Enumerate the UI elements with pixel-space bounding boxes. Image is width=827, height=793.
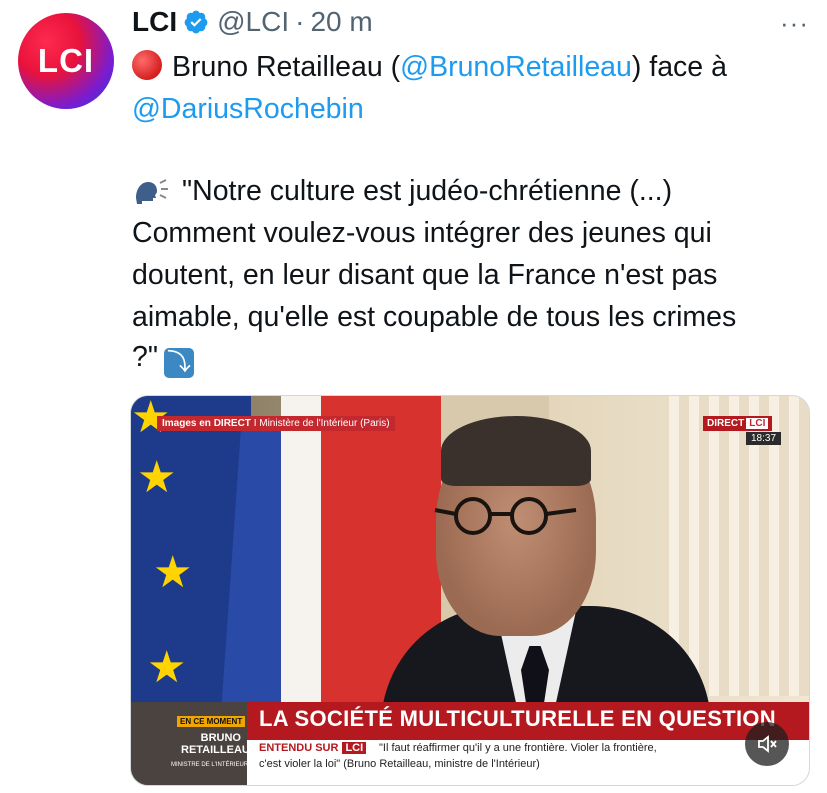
arrow-down-right-icon: ⤵ — [163, 348, 194, 378]
mention-link[interactable]: @BrunoRetailleau — [400, 51, 632, 83]
tweet-quote-line-3: doutent, en leur disant que la France n'… — [132, 259, 718, 291]
glasses — [434, 497, 577, 535]
entendu-brand: LCI — [342, 742, 367, 754]
display-name[interactable]: LCI — [132, 6, 177, 38]
thumb-role: MINISTRE DE L'INTÉRIEUR — [171, 762, 249, 768]
account-handle[interactable]: @LCI — [217, 6, 289, 38]
red-circle-icon — [132, 50, 162, 80]
verified-badge-icon — [184, 10, 208, 34]
tweet-text-segment: ) face à — [631, 51, 727, 83]
flag-star: ★ — [147, 643, 187, 692]
timestamp[interactable]: 20 m — [310, 6, 372, 38]
separator-dot: · — [295, 6, 305, 37]
live-tag: Images en DIRECT I Ministère de l'Intéri… — [157, 416, 395, 431]
mute-button[interactable] — [745, 722, 789, 766]
mute-icon — [758, 735, 777, 753]
flag-star: ★ — [137, 453, 177, 502]
tweet-line-1: Bruno Retailleau (@BrunoRetailleau) face… — [132, 47, 727, 88]
tweet-text-segment: Bruno Retailleau ( — [172, 51, 401, 83]
direct-brand: LCI — [746, 418, 769, 429]
quote-text: ?" — [132, 341, 158, 373]
thumb-name: BRUNO RETAILLEAU — [181, 732, 250, 756]
speaking-head-icon — [136, 179, 168, 204]
person-hair — [441, 416, 591, 486]
video-player[interactable]: ★ ★ ★ ★ Images en DIRECT I Ministère de … — [130, 395, 810, 786]
mention-link[interactable]: @DariusRochebin — [132, 93, 364, 125]
avatar-logo-text: LCI — [37, 42, 95, 79]
banner-quote-line-1: "Il faut réaffirmer qu'il y a une fronti… — [379, 742, 657, 754]
entendu-label: ENTENDU SUR LCI — [259, 742, 370, 754]
live-location: I Ministère de l'Intérieur (Paris) — [253, 418, 390, 429]
curtain — [669, 396, 809, 696]
banner-quote-line-2: c'est violer la loi" (Bruno Retailleau, … — [259, 758, 540, 770]
more-icon[interactable]: ··· — [780, 8, 809, 39]
video-frame[interactable]: ★ ★ ★ ★ Images en DIRECT I Ministère de … — [131, 396, 809, 785]
entendu-text: ENTENDU SUR — [259, 742, 339, 754]
live-tag-label: Images en DIRECT — [162, 418, 251, 429]
flag-star: ★ — [153, 548, 193, 597]
banner-title: LA SOCIÉTÉ MULTICULTURELLE EN QUESTION — [259, 706, 776, 731]
tweet-header: LCI @LCI · 20 m — [132, 6, 373, 38]
avatar[interactable]: LCI — [18, 13, 114, 109]
thumb-tag: EN CE MOMENT — [177, 716, 246, 727]
tweet-quote-line-2: Comment voulez-vous intégrer des jeunes … — [132, 217, 712, 249]
tweet-line-2: @DariusRochebin — [132, 89, 364, 130]
broadcast-clock: 18:37 — [746, 432, 782, 445]
quote-text: "Notre culture est judéo-chrétienne (...… — [182, 175, 673, 207]
direct-label: DIRECT — [707, 418, 745, 429]
tweet-quote-line-4: aimable, qu'elle est coupable de tous le… — [132, 301, 737, 333]
tweet-quote-line-5: ?" ⤵ — [132, 337, 194, 378]
direct-badge: DIRECT LCI — [703, 416, 773, 431]
tweet-quote-line-1: "Notre culture est judéo-chrétienne (...… — [132, 171, 672, 212]
